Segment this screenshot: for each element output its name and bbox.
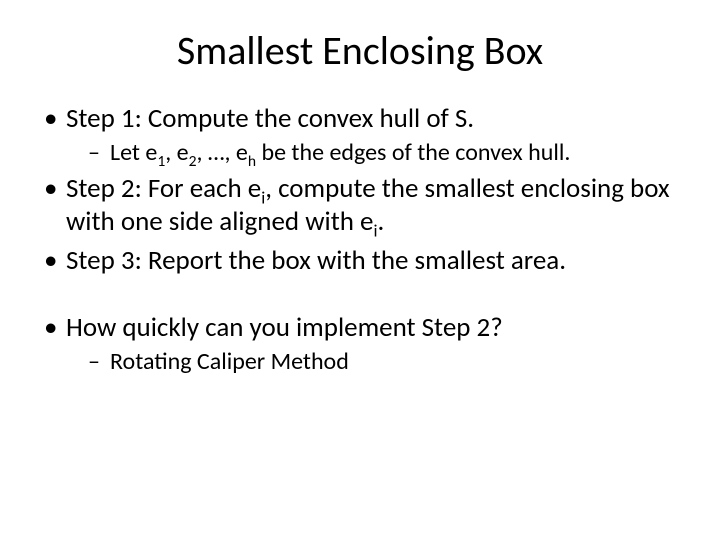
bullet-step1-text: Step 1: Compute the convex hull of S. bbox=[66, 102, 474, 135]
t4: be the edges of the convex hull. bbox=[256, 138, 570, 167]
t5: Step 2: For each e bbox=[66, 172, 261, 205]
sub-h: h bbox=[248, 152, 256, 171]
t1: Let e bbox=[110, 138, 157, 167]
slide-title: Smallest Enclosing Box bbox=[40, 26, 680, 75]
subbullet-edges: Let e1, e2, …, eh be the edges of the co… bbox=[66, 138, 680, 167]
subbullet-rotating-caliper-text: Rotating Caliper Method bbox=[110, 347, 349, 376]
bullet-step1: Step 1: Compute the convex hull of S. Le… bbox=[40, 103, 680, 167]
subbullet-rotating-caliper: Rotating Caliper Method bbox=[66, 347, 680, 376]
spacer bbox=[40, 284, 680, 312]
slide: Smallest Enclosing Box Step 1: Compute t… bbox=[0, 0, 720, 540]
t3: , …, e bbox=[196, 138, 247, 167]
bullet-step3: Step 3: Report the box with the smallest… bbox=[40, 245, 680, 278]
bullet-step2: Step 2: For each ei, compute the smalles… bbox=[40, 173, 680, 239]
t2: , e bbox=[165, 138, 188, 167]
bullet-question-text: How quickly can you implement Step 2? bbox=[66, 311, 503, 344]
sublist-question: Rotating Caliper Method bbox=[66, 347, 680, 376]
t7: . bbox=[378, 205, 385, 238]
bullet-question: How quickly can you implement Step 2? Ro… bbox=[40, 312, 680, 376]
sublist-step1: Let e1, e2, …, eh be the edges of the co… bbox=[66, 138, 680, 167]
bullet-list: Step 1: Compute the convex hull of S. Le… bbox=[40, 103, 680, 376]
bullet-step3-text: Step 3: Report the box with the smallest… bbox=[66, 244, 566, 277]
